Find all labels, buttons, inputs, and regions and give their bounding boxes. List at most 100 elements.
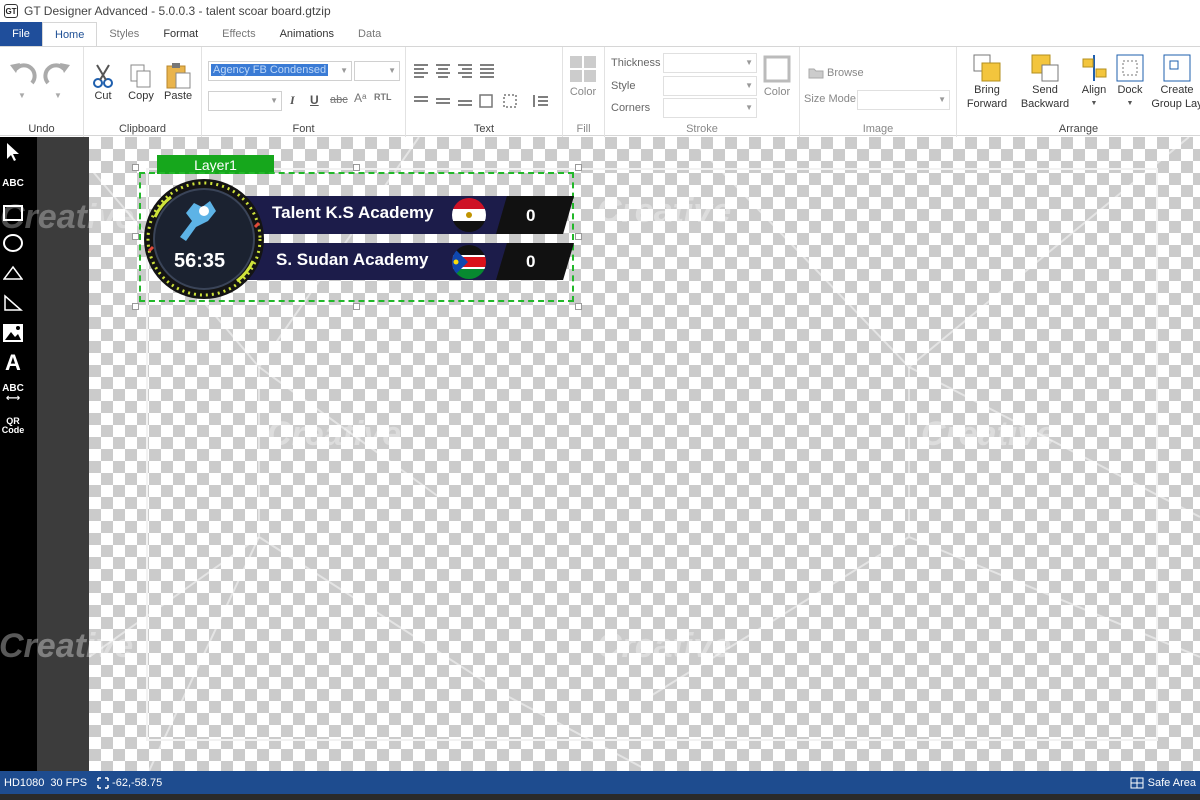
bring-forward-button[interactable]: Bring Forward [961, 53, 1013, 111]
case-button[interactable]: Aᵃ [354, 91, 366, 105]
resize-handle[interactable] [353, 164, 360, 171]
chevron-down-icon: ▼ [745, 81, 753, 90]
dock-icon [1116, 54, 1144, 82]
copy-icon [130, 64, 151, 88]
dock-button[interactable]: Dock ▼ [1113, 53, 1147, 111]
create-group-button[interactable]: Create Group Lay [1151, 53, 1200, 111]
arrows-icon: ⟷ [5, 393, 21, 404]
send-backward-button[interactable]: Send Backward [1017, 53, 1073, 111]
thickness-combo[interactable]: ▼ [663, 53, 757, 73]
paste-icon [166, 63, 191, 89]
tab-format[interactable]: Format [151, 22, 210, 46]
send-backward-label: Send Backward [1020, 84, 1070, 110]
font-group-label: Font [292, 123, 315, 135]
tab-home[interactable]: Home [42, 22, 98, 47]
qr-code-tool[interactable]: QR Code [0, 413, 26, 439]
video-format: HD1080 [4, 776, 45, 789]
fill-group: Color Fill [563, 47, 605, 137]
fill-color-button[interactable]: Color [569, 55, 597, 99]
copy-button[interactable]: Copy [128, 63, 154, 103]
align-button[interactable]: Align ▼ [1077, 53, 1111, 111]
pointer-tool[interactable] [0, 139, 26, 165]
safe-area-toggle[interactable]: Safe Area [1130, 771, 1200, 794]
team1-score: 0 [526, 206, 536, 225]
text-art-tool[interactable]: A [0, 350, 26, 376]
folder-icon [808, 68, 824, 79]
tab-data[interactable]: Data [346, 22, 393, 46]
style-combo[interactable]: ▼ [663, 76, 757, 96]
browse-label: Browse [827, 67, 864, 79]
resize-handle[interactable] [132, 233, 139, 240]
bring-forward-icon [973, 54, 1001, 82]
corners-label: Corners [611, 102, 651, 114]
resize-handle[interactable] [575, 303, 582, 310]
title-bar: GT GT Designer Advanced - 5.0.0.3 - tale… [0, 0, 1200, 22]
stroke-color-button[interactable]: Color [763, 55, 791, 99]
watermark: Creative [0, 198, 135, 236]
resize-handle[interactable] [575, 164, 582, 171]
redo-icon [43, 63, 70, 85]
triangle-icon [3, 265, 23, 280]
watermark: Creative [0, 627, 134, 665]
right-triangle-tool[interactable] [0, 290, 26, 316]
image-group-label: Image [862, 123, 894, 135]
corners-combo[interactable]: ▼ [663, 98, 757, 118]
bring-forward-label: Bring Forward [966, 84, 1008, 110]
undo-button[interactable]: ▼ [6, 59, 38, 103]
send-backward-icon [1031, 54, 1059, 82]
tab-file[interactable]: File [0, 22, 42, 46]
ticker-tool[interactable]: ABC ⟷ [0, 381, 26, 407]
font-family-value: Agency FB Condensed [211, 64, 329, 76]
tab-styles[interactable]: Styles [97, 22, 151, 46]
text-group-label: Text [473, 123, 495, 135]
text-group: Text [406, 47, 563, 137]
font-weight-combo[interactable]: ▼ [208, 91, 282, 111]
resize-handle[interactable] [353, 303, 360, 310]
color-grid-icon [570, 56, 596, 82]
chevron-down-icon: ▼ [938, 95, 946, 104]
chevron-down-icon: ▼ [340, 66, 348, 75]
create-group-label: Create Group Lay [1151, 84, 1200, 110]
undo-group: ▼ ▼ Undo [0, 47, 84, 137]
stroke-group-label: Stroke [686, 123, 718, 135]
text-tool[interactable]: ABC [0, 170, 26, 196]
resize-handle[interactable] [132, 164, 139, 171]
image-group: Browse Size Mode ▼ Image [800, 47, 957, 137]
stroke-color-label: Color [763, 86, 791, 98]
font-group: Agency FB Condensed ▼ ▼ ▼ I U abc Aᵃ RTL… [202, 47, 406, 137]
egypt-flag-icon [452, 198, 486, 232]
chevron-down-icon: ▼ [388, 66, 396, 75]
tab-effects[interactable]: Effects [210, 22, 267, 46]
copy-label: Copy [128, 90, 154, 102]
font-family-combo[interactable]: Agency FB Condensed ▼ [208, 61, 352, 81]
status-bar: HD1080 30 FPS -62,-58.75 Safe Area [0, 771, 1200, 794]
align-icon [1082, 55, 1107, 81]
resize-handle[interactable] [132, 303, 139, 310]
fill-group-label: Fill [576, 123, 591, 135]
match-clock: 56:35 [174, 250, 226, 272]
app-logo-icon: GT [4, 4, 18, 18]
underline-button[interactable]: U [310, 93, 319, 107]
redo-button[interactable]: ▼ [42, 59, 74, 103]
size-mode-combo[interactable]: ▼ [857, 90, 950, 110]
rtl-button[interactable]: RTL [374, 92, 392, 102]
cut-button[interactable]: Cut [90, 63, 116, 103]
crosshair-icon [97, 776, 109, 789]
undo-icon [10, 63, 37, 85]
size-mode-label: Size Mode [804, 93, 856, 105]
app-window: GT GT Designer Advanced - 5.0.0.3 - tale… [0, 0, 1200, 800]
safe-area-icon [1130, 777, 1144, 788]
browse-button[interactable]: Browse [808, 67, 864, 79]
tab-animations[interactable]: Animations [268, 22, 346, 46]
strikethrough-button[interactable]: abc [330, 94, 348, 106]
triangle-tool[interactable] [0, 260, 26, 286]
paste-button[interactable]: Paste [164, 61, 192, 103]
chevron-down-icon: ▼ [745, 58, 753, 67]
image-icon [3, 324, 23, 342]
italic-button[interactable]: I [290, 93, 295, 108]
scissors-icon [93, 64, 113, 88]
font-size-combo[interactable]: ▼ [354, 61, 400, 81]
fist-logo-icon [180, 201, 216, 241]
image-tool[interactable] [0, 320, 26, 346]
resize-handle[interactable] [575, 233, 582, 240]
